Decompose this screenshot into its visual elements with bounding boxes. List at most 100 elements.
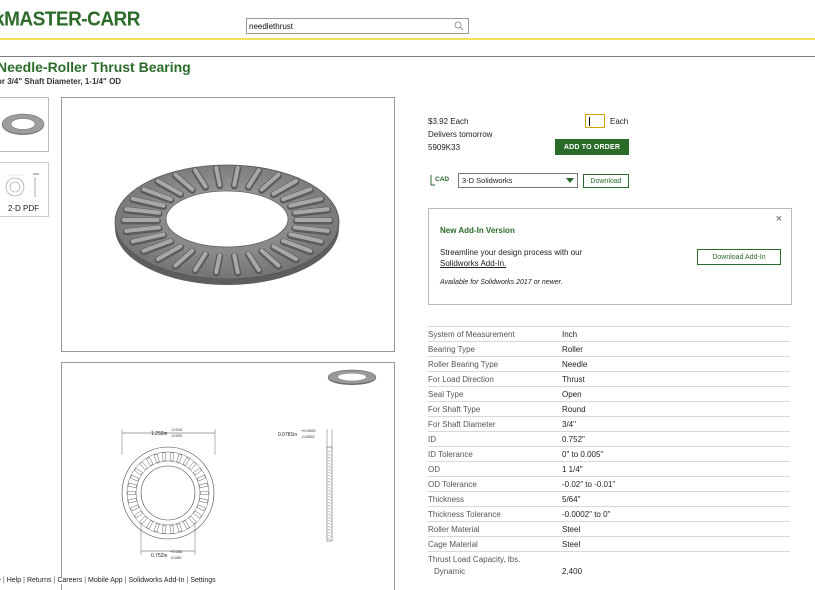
spec-row: For Load Direction Thrust xyxy=(428,371,790,386)
drawing-slot xyxy=(169,524,174,534)
thumbnail-2d-pdf[interactable]: 2-D PDF xyxy=(0,162,49,217)
drawing-slot xyxy=(176,523,183,533)
spec-subkey: Dynamic xyxy=(434,567,466,576)
download-addin-button[interactable]: Download Add-In xyxy=(697,249,781,265)
spec-key: Seal Type xyxy=(428,390,464,399)
delivery-text: Delivers tomorrow xyxy=(428,130,493,139)
drawing-slot xyxy=(196,474,206,482)
header-divider xyxy=(0,38,815,40)
footer-separator: | xyxy=(53,577,56,584)
thumbnail-label: 2-D PDF xyxy=(7,204,40,213)
spec-value: 3/4" xyxy=(562,420,576,429)
footer-link[interactable]: Mobile App xyxy=(88,577,123,584)
drawing-slot xyxy=(134,510,143,519)
spec-value: Needle xyxy=(562,360,588,369)
drawing-slot xyxy=(139,461,148,471)
spec-value: Steel xyxy=(562,540,581,549)
spec-key: ID Tolerance xyxy=(428,450,473,459)
drawing-slot xyxy=(193,510,202,519)
spec-key: Thickness Tolerance xyxy=(428,510,501,519)
footer-separator: | xyxy=(2,577,5,584)
thick-dim-label: 0.0781in xyxy=(278,432,297,438)
close-icon[interactable]: × xyxy=(776,213,782,225)
addin-text: Streamline your design process with our xyxy=(440,248,583,257)
spec-key: Cage Material xyxy=(428,540,478,549)
spec-value: -0.02" to -0.01" xyxy=(562,480,616,489)
spec-row: Roller Material Steel xyxy=(428,521,790,536)
drawing-slot xyxy=(188,515,197,525)
product-image[interactable] xyxy=(61,97,395,352)
drawing-slot xyxy=(127,491,136,495)
footer-link[interactable]: Careers xyxy=(57,577,82,584)
spec-key: System of Measurement xyxy=(428,330,515,339)
thick-tol-upper: +0.0000 xyxy=(301,428,316,433)
dimension-drawing: 1.250in -0.010 -0.020 0.752in +0.005 -0.… xyxy=(121,369,377,560)
id-tol-lower: -0.000 xyxy=(170,555,182,560)
drawing-slot xyxy=(200,491,209,495)
spec-value: Thrust xyxy=(562,375,585,384)
logo[interactable]: kMASTER-CARR xyxy=(0,8,141,31)
drawing-slot xyxy=(153,523,160,533)
footer-link[interactable]: Solidworks Add-In xyxy=(129,577,185,584)
spec-table: System of Measurement Inch Bearing Type Rol… xyxy=(428,326,790,578)
drawing-slot xyxy=(153,453,160,463)
cad-icon: CAD xyxy=(430,175,449,186)
spec-key: Thrust Load Capacity, lbs. xyxy=(428,555,521,564)
title-divider xyxy=(0,56,815,57)
cad-format-select[interactable]: 3-D Solidworks xyxy=(458,173,578,188)
spec-value: -0.0002" to 0" xyxy=(562,510,611,519)
spec-value: 2,400 xyxy=(562,567,583,576)
addin-heading: New Add-In Version xyxy=(440,226,515,235)
addin-promo: × New Add-In Version Streamline your des… xyxy=(428,208,792,305)
footer-separator: | xyxy=(84,577,87,584)
thick-tol-lower: -0.0002 xyxy=(301,434,315,439)
cad-download-button[interactable]: Download xyxy=(583,174,629,188)
technical-drawing[interactable]: 1.250in -0.010 -0.020 0.752in +0.005 -0.… xyxy=(61,362,395,590)
spec-row: Cage Material Steel xyxy=(428,536,790,551)
spec-row: System of Measurement Inch xyxy=(428,326,790,341)
svg-text:CAD: CAD xyxy=(435,176,449,183)
bearing-3d-image xyxy=(114,164,340,285)
spec-key: For Shaft Type xyxy=(428,405,481,414)
drawing-slot xyxy=(162,452,167,462)
footer-link[interactable]: Settings xyxy=(190,577,215,584)
addin-note: Available for Solidworks 2017 or newer. xyxy=(440,279,563,286)
drawing-slot xyxy=(182,520,190,530)
drawing-slot xyxy=(146,520,154,530)
footer-links: e|Help|Returns|Careers|Mobile App|Solidw… xyxy=(0,577,216,584)
drawing-slot xyxy=(176,453,183,463)
spec-row: ID Tolerance 0" to 0.005" xyxy=(428,446,790,461)
search-icon[interactable] xyxy=(454,21,464,31)
footer-link[interactable]: e xyxy=(0,577,1,584)
spec-key: For Load Direction xyxy=(428,375,494,384)
spec-row: OD 1 1/4" xyxy=(428,461,790,476)
spec-value: Roller xyxy=(562,345,583,354)
order-info: $3.92 Each Delivers tomorrow 5909K33 xyxy=(428,115,492,154)
spec-key: Thickness xyxy=(428,495,465,504)
footer-link[interactable]: Returns xyxy=(27,577,52,584)
drawing-slot xyxy=(127,498,137,504)
od-tol-upper: -0.010 xyxy=(171,427,183,432)
cad-selected-value: 3-D Solidworks xyxy=(462,176,513,185)
search-input[interactable] xyxy=(247,19,447,33)
id-tol-upper: +0.005 xyxy=(170,549,183,554)
drawing-slot xyxy=(199,498,209,504)
drawing-slot xyxy=(134,467,143,476)
spec-value: 0" to 0.005" xyxy=(562,450,604,459)
spec-value: Inch xyxy=(562,330,578,339)
spec-value: Open xyxy=(562,390,582,399)
footer-separator: | xyxy=(23,577,25,584)
add-to-order-button[interactable]: ADD TO ORDER xyxy=(555,139,629,155)
drawing-slot xyxy=(130,474,140,482)
drawing-slot xyxy=(162,524,167,534)
thumbnail-photo[interactable] xyxy=(0,97,49,152)
spec-row: Thrust Load Capacity, lbs. Dynamic 2,400 xyxy=(428,551,790,578)
quantity-unit: Each xyxy=(610,117,629,126)
addin-link[interactable]: Solidworks Add-In. xyxy=(440,259,506,268)
quantity-input[interactable] xyxy=(585,114,605,128)
search-bar[interactable] xyxy=(246,18,469,34)
footer-link[interactable]: Help xyxy=(7,577,21,584)
od-tol-lower: -0.020 xyxy=(171,433,183,438)
spec-key: Roller Material xyxy=(428,525,480,534)
spec-row: Thickness Tolerance -0.0002" to 0" xyxy=(428,506,790,521)
